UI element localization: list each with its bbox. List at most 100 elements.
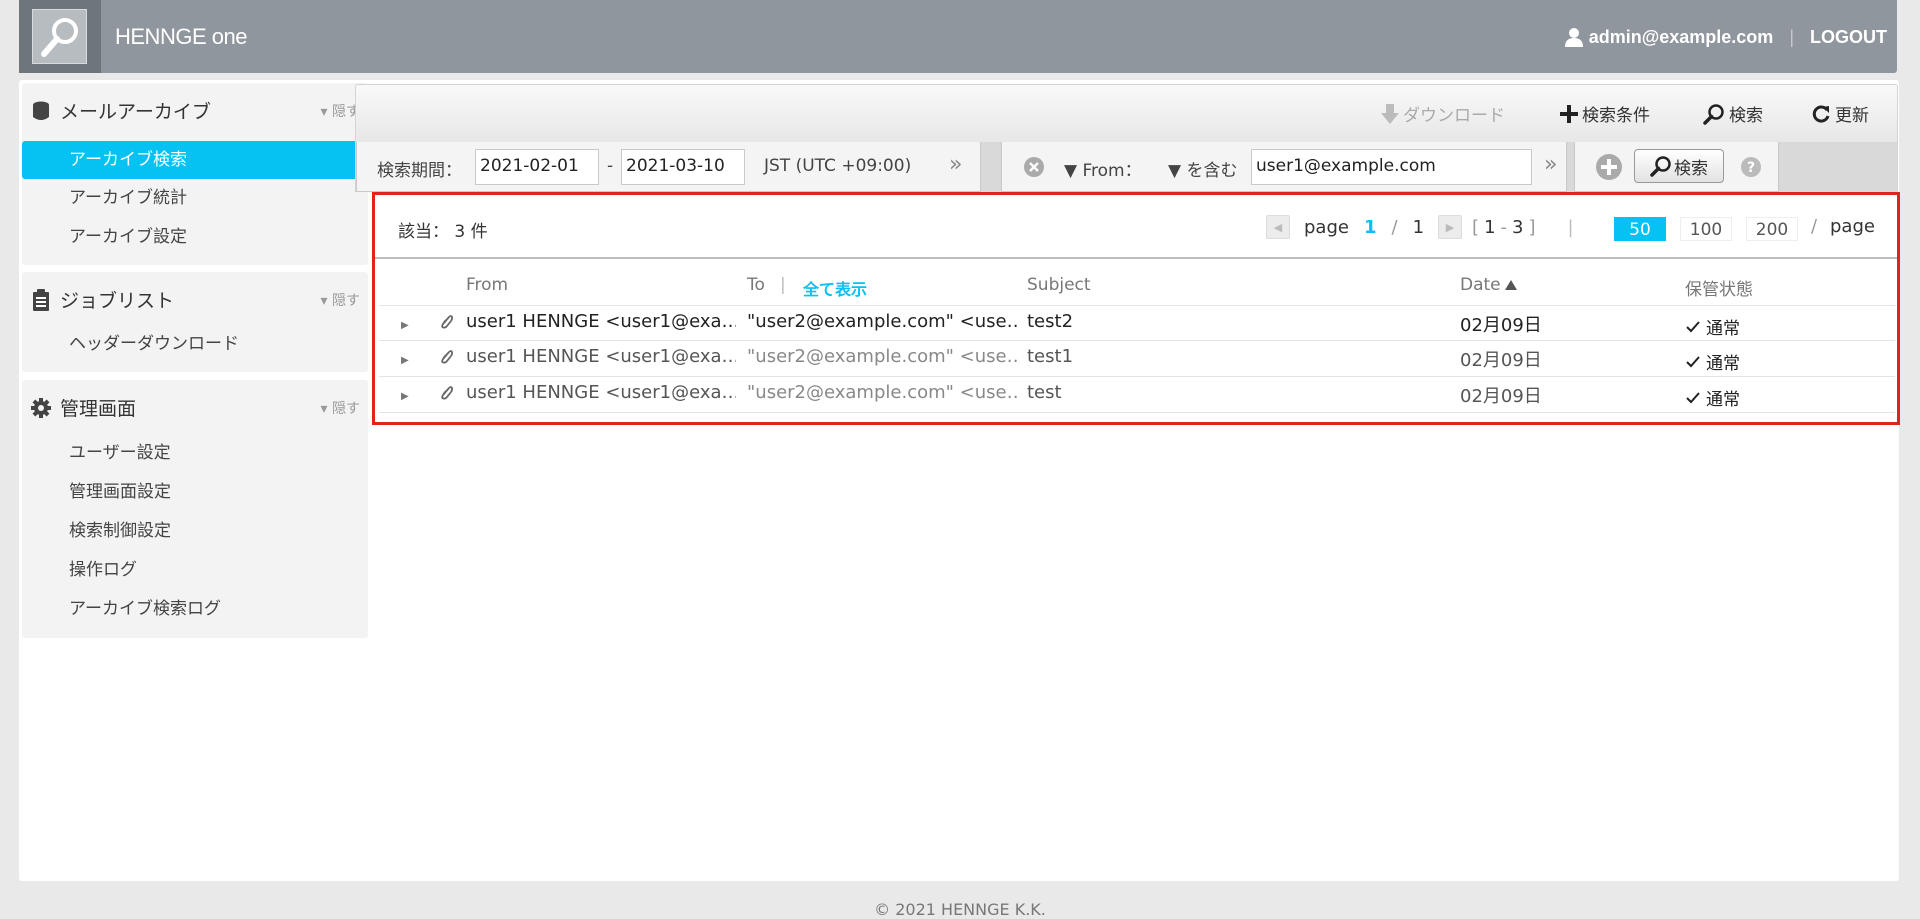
user-area: admin@example.com | LOGOUT [1564,24,1887,50]
range-dash: - [1500,216,1508,238]
svg-text:?: ? [1747,160,1755,176]
column-status[interactable]: 保管状態 [1685,275,1753,300]
operator-select[interactable]: ▼ を含む [1168,156,1237,181]
footer: © 2021 HENNGE K.K. [0,900,1920,919]
column-date[interactable]: Date [1460,275,1517,295]
page-slash: / [1391,216,1398,238]
table-row[interactable]: ▶ user1 HENNGE <user1@exa… "user2@exampl… [379,305,1895,341]
sidebar-item-admin-settings[interactable]: 管理画面設定 [22,473,365,511]
check-icon [1686,391,1700,404]
database-icon [30,100,52,122]
help-icon[interactable]: ? [1740,156,1762,182]
filter-bar: 検索期間： 2021-02-01 - 2021-03-10 JST (UTC +… [355,142,1898,192]
table-row[interactable]: ▶ user1 HENNGE <user1@exa… "user2@exampl… [379,377,1895,413]
period-filter: 検索期間： 2021-02-01 - 2021-03-10 JST (UTC +… [356,142,981,192]
sidebar-item-operation-log[interactable]: 操作ログ [22,551,365,589]
expand-row-icon[interactable]: ▶ [401,355,409,366]
prev-page-icon[interactable]: ◀ [1266,215,1290,239]
row-subject: test2 [1027,311,1074,332]
from-filter: ▼ From： ▼ を含む user1@example.com » [1001,142,1567,192]
hide-toggle[interactable]: ▾ 隠す [321,398,360,418]
copyright: © 2021 HENNGE K.K. [874,900,1046,919]
results-panel: 該当： 3 件 ◀ page 1 / 1 ▶ [ 1 - 3 ] | 50 10… [372,192,1900,425]
toolbar: ダウンロード 検索条件 検索 更新 [355,84,1898,143]
current-page[interactable]: 1 [1364,217,1377,238]
row-from: user1 HENNGE <user1@exa… [466,346,736,367]
filter-actions: 検索 ? [1574,142,1779,192]
row-status: 通常 [1686,385,1740,410]
refresh-button[interactable]: 更新 [1811,101,1869,126]
expand-row-icon[interactable]: ▶ [401,320,409,331]
show-all-link[interactable]: 全て表示 [803,276,867,300]
page-size-50[interactable]: 50 [1614,217,1666,241]
timezone-label[interactable]: JST (UTC +09:00) [764,156,911,176]
filter-search-button[interactable]: 検索 [1634,149,1724,183]
column-from[interactable]: From [466,275,508,295]
size-slash: / [1811,216,1818,237]
search-conditions-button[interactable]: 検索条件 [1560,101,1650,126]
user-email[interactable]: admin@example.com [1589,27,1774,48]
range-close: ] [1528,216,1536,238]
row-status: 通常 [1686,314,1740,339]
sidebar-item-archive-search-log[interactable]: アーカイブ検索ログ [22,590,365,628]
table-row[interactable]: ▶ user1 HENNGE <user1@exa… "user2@exampl… [379,341,1895,377]
sidebar-section-title: 管理画面 [30,394,136,421]
sidebar-item-header-download[interactable]: ヘッダーダウンロード [22,325,365,363]
row-date: 02月09日 [1460,350,1542,371]
row-subject: test1 [1027,346,1074,367]
sidebar-section-title: メールアーカイブ [30,97,211,124]
range-from: 1 [1484,216,1496,238]
size-suffix: page [1830,216,1875,237]
page-size-200[interactable]: 200 [1746,217,1798,241]
clipboard-icon [30,288,52,311]
pager: ◀ page 1 / 1 ▶ [ 1 - 3 ] | [1266,215,1574,239]
date-from-input[interactable]: 2021-02-01 [475,149,599,185]
brand-name: HENNGE one [115,24,247,49]
logout-link[interactable]: LOGOUT [1810,27,1887,48]
attachment-icon [439,349,454,369]
next-page-icon[interactable]: ▶ [1438,215,1463,239]
expand-row-icon[interactable]: ▶ [401,391,409,402]
add-filter-icon[interactable] [1595,153,1623,185]
sidebar-item-archive-search[interactable]: アーカイブ検索 [22,141,365,179]
column-to[interactable]: To [747,275,765,295]
pager-pipe: | [1567,216,1574,238]
sidebar-item-search-control[interactable]: 検索制御設定 [22,512,365,550]
remove-filter-icon[interactable] [1023,156,1045,182]
result-count: 該当： 3 件 [398,217,488,242]
total-pages: 1 [1412,216,1425,238]
page-size-100[interactable]: 100 [1680,217,1732,241]
date-separator: - [607,156,614,176]
row-subject: test [1027,382,1062,403]
search-button[interactable]: 検索 [1703,101,1763,126]
row-from: user1 HENNGE <user1@exa… [466,311,736,332]
column-to-separator: | [780,275,786,295]
download-icon [1381,103,1399,124]
download-button[interactable]: ダウンロード [1381,101,1505,126]
field-select[interactable]: ▼ From： [1064,156,1142,181]
gear-icon [30,397,52,419]
period-label: 検索期間： [377,161,462,181]
expand-chevron-icon[interactable]: » [949,152,962,177]
sidebar-item-archive-settings[interactable]: アーカイブ設定 [22,218,365,256]
column-subject[interactable]: Subject [1027,275,1091,295]
check-icon [1686,355,1700,368]
user-icon [1564,27,1583,47]
check-icon [1686,320,1700,333]
app-logo[interactable] [19,0,101,73]
sidebar-item-user-settings[interactable]: ユーザー設定 [22,434,365,472]
magnifier-icon [1703,103,1725,125]
refresh-icon [1811,104,1831,124]
row-to: "user2@example.com" <use… [747,346,1017,367]
row-date: 02月09日 [1460,315,1542,336]
expand-chevron-icon[interactable]: » [1544,152,1557,177]
magnifier-icon [1650,155,1672,177]
attachment-icon [439,385,454,405]
from-value-input[interactable]: user1@example.com [1251,149,1532,185]
sidebar-item-archive-stats[interactable]: アーカイブ統計 [22,179,365,217]
date-to-input[interactable]: 2021-03-10 [621,149,745,185]
count-label: 該当： [398,222,449,242]
hide-toggle[interactable]: ▾ 隠す [321,290,360,310]
row-status: 通常 [1686,349,1740,374]
row-to: "user2@example.com" <use… [747,382,1017,403]
